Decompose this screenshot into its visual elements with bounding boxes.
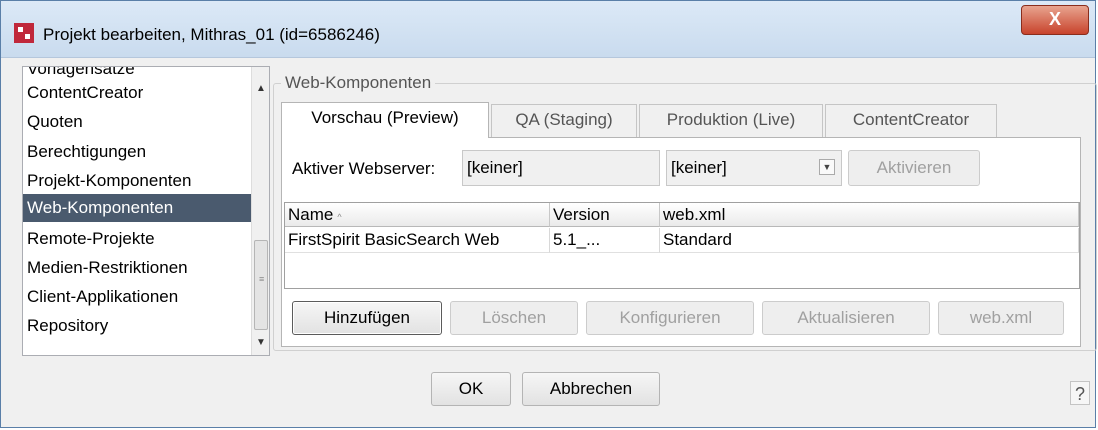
delete-button[interactable]: Löschen — [450, 301, 578, 335]
column-header-name[interactable]: Name ^ — [285, 203, 550, 227]
webserver-field[interactable]: [keiner] — [462, 150, 660, 186]
category-list[interactable]: Vorlagensätze ContentCreator Quoten Bere… — [22, 66, 270, 356]
close-button[interactable]: X — [1021, 5, 1089, 35]
dialog-content: Vorlagensätze ContentCreator Quoten Bere… — [10, 58, 1097, 421]
configure-button[interactable]: Konfigurieren — [586, 301, 754, 335]
sidebar-item-web-komponenten[interactable]: Web-Komponenten — [23, 194, 251, 222]
tab-vorschau[interactable]: Vorschau (Preview) — [281, 102, 489, 138]
sidebar-item-medien-restriktionen[interactable]: Medien-Restriktionen — [23, 256, 251, 280]
tab-contentcreator[interactable]: ContentCreator — [825, 104, 997, 138]
column-header-webxml[interactable]: web.xml — [660, 203, 1079, 227]
dialog-window: Projekt bearbeiten, Mithras_01 (id=65862… — [0, 0, 1097, 428]
chevron-down-icon[interactable]: ▼ — [819, 159, 835, 175]
tab-qa[interactable]: QA (Staging) — [491, 104, 637, 138]
webserver-select-value: [keiner] — [671, 158, 727, 177]
sidebar-item-repository[interactable]: Repository — [23, 314, 251, 338]
scroll-up-icon[interactable]: ▲ — [254, 81, 268, 97]
sidebar-item-remote-projekte[interactable]: Remote-Projekte — [23, 227, 251, 251]
webserver-select[interactable]: [keiner] ▼ — [666, 150, 842, 186]
sort-icon: ^ — [337, 212, 342, 222]
ok-button[interactable]: OK — [431, 372, 511, 406]
sidebar-item-projekt-komponenten[interactable]: Projekt-Komponenten — [23, 169, 251, 193]
tab-produktion[interactable]: Produktion (Live) — [639, 104, 823, 138]
sidebar-scrollbar[interactable]: ▲ ≡ ▼ — [251, 67, 269, 355]
app-icon — [14, 23, 34, 43]
sidebar-item-vorlagensaetze[interactable]: Vorlagensätze — [23, 67, 251, 81]
table-cell-version[interactable]: 5.1_... — [550, 228, 660, 253]
column-header-name-label: Name — [288, 205, 334, 224]
update-button[interactable]: Aktualisieren — [762, 301, 930, 335]
activate-button[interactable]: Aktivieren — [848, 150, 980, 186]
table-cell-webxml[interactable]: Standard — [660, 228, 1079, 253]
add-button[interactable]: Hinzufügen — [292, 301, 442, 335]
scrollbar-thumb[interactable]: ≡ — [254, 240, 268, 330]
sidebar-item-contentcreator[interactable]: ContentCreator — [23, 81, 251, 105]
sidebar-item-quoten[interactable]: Quoten — [23, 110, 251, 134]
sidebar-item-client-applikationen[interactable]: Client-Applikationen — [23, 285, 251, 309]
components-table[interactable]: Name ^ Version web.xml FirstSpirit BasicS… — [284, 202, 1080, 289]
column-header-version[interactable]: Version — [550, 203, 660, 227]
group-title: Web-Komponenten — [281, 73, 436, 93]
table-cell-name[interactable]: FirstSpirit BasicSearch Web — [285, 228, 550, 253]
cancel-button[interactable]: Abbrechen — [522, 372, 660, 406]
webxml-button[interactable]: web.xml — [938, 301, 1064, 335]
tab-panel: Aktiver Webserver: [keiner] [keiner] ▼ A… — [281, 137, 1081, 347]
help-icon[interactable]: ? — [1070, 381, 1090, 405]
scroll-down-icon[interactable]: ▼ — [254, 335, 268, 351]
title-bar[interactable]: Projekt bearbeiten, Mithras_01 (id=65862… — [1, 1, 1095, 58]
webserver-label: Aktiver Webserver: — [292, 159, 436, 178]
window-title: Projekt bearbeiten, Mithras_01 (id=65862… — [43, 25, 380, 44]
sidebar-item-berechtigungen[interactable]: Berechtigungen — [23, 140, 251, 164]
grip-icon: ≡ — [259, 274, 265, 284]
